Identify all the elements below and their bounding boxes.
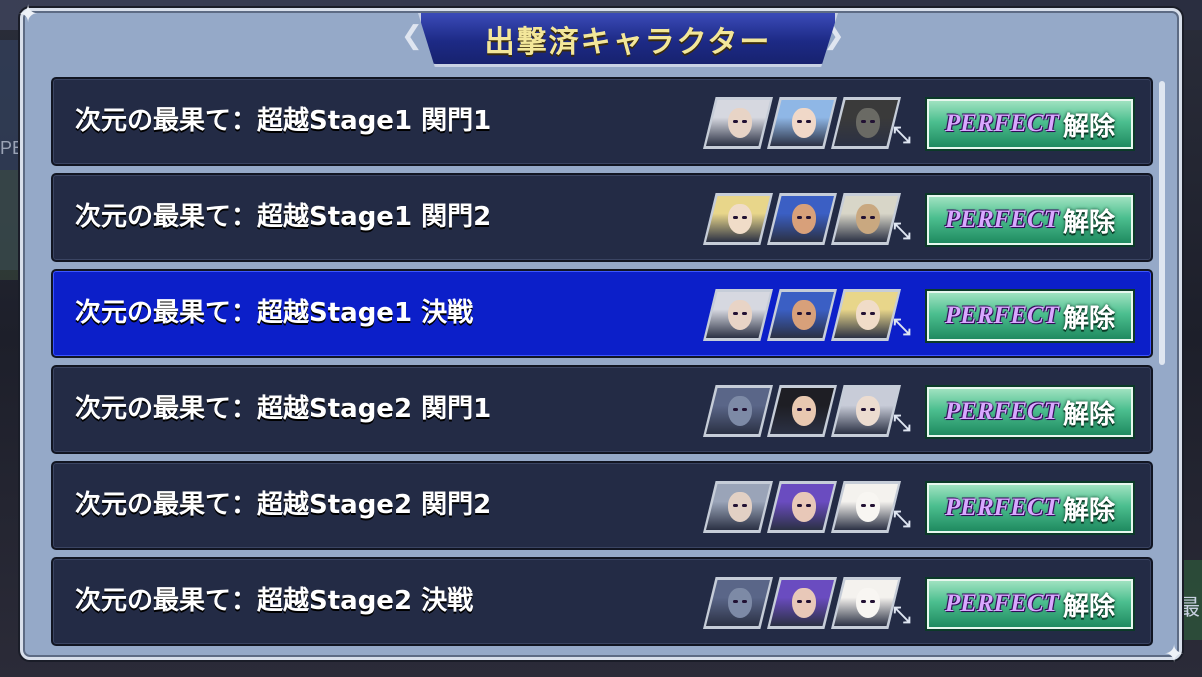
character-portrait-icon	[767, 289, 837, 341]
character-portrait-icon	[703, 385, 773, 437]
corner-ornament-icon: ✦	[1163, 640, 1185, 668]
quest-row-label: 次元の最果て：超越Stage2 関門2	[75, 490, 492, 520]
perfect-label: Perfect	[945, 206, 1059, 233]
perfect-unlock-button[interactable]: Perfect 解除	[927, 99, 1133, 149]
quest-row[interactable]: 次元の最果て：超越Stage1 決戦 ⤡ Perfect 解除	[51, 269, 1153, 358]
quest-row[interactable]: 次元の最果て：超越Stage2 関門2 ⤡ Perfect 解除	[51, 461, 1153, 550]
deployed-mark-icon: ⤡	[893, 123, 911, 148]
scrollbar[interactable]	[1159, 81, 1165, 365]
corner-ornament-icon: ✦	[17, 0, 39, 28]
deployed-characters-dialog: ✦ ✦ ❮ ❯ 出撃済キャラクター 次元の最果て：超越Stage1 関門1 ⤡ Pe…	[18, 1, 1184, 667]
deployed-mark-icon: ⤡	[893, 315, 911, 340]
character-portrait-icon	[767, 385, 837, 437]
character-portrait-icon	[831, 577, 901, 629]
character-portrait-icon	[831, 97, 901, 149]
unlock-label: 解除	[1062, 399, 1115, 430]
unlock-label: 解除	[1062, 495, 1115, 526]
deployed-mark-icon: ⤡	[893, 411, 911, 436]
quest-row[interactable]: 次元の最果て：超越Stage2 決戦 ⤡ Perfect 解除	[51, 557, 1153, 646]
deployed-quest-list[interactable]: 次元の最果て：超越Stage1 関門1 ⤡ Perfect 解除 次元の最果て：超越St…	[51, 77, 1153, 651]
party-portraits: ⤡	[703, 289, 913, 341]
character-portrait-icon	[831, 193, 901, 245]
character-portrait-icon	[703, 97, 773, 149]
perfect-unlock-button[interactable]: Perfect 解除	[927, 195, 1133, 245]
perfect-label: Perfect	[945, 110, 1059, 137]
party-portraits: ⤡	[703, 577, 913, 629]
perfect-label: Perfect	[945, 590, 1059, 617]
quest-row-label: 次元の最果て：超越Stage1 関門1	[75, 106, 492, 136]
perfect-label: Perfect	[945, 494, 1059, 521]
party-portraits: ⤡	[703, 481, 913, 533]
character-portrait-icon	[703, 577, 773, 629]
title-banner: 出撃済キャラクター	[418, 13, 838, 67]
quest-row-label: 次元の最果て：超越Stage2 関門1	[75, 394, 492, 424]
character-portrait-icon	[831, 289, 901, 341]
party-portraits: ⤡	[703, 97, 913, 149]
deployed-mark-icon: ⤡	[893, 603, 911, 628]
character-portrait-icon	[831, 385, 901, 437]
deployed-mark-icon: ⤡	[893, 219, 911, 244]
character-portrait-icon	[767, 481, 837, 533]
quest-row[interactable]: 次元の最果て：超越Stage2 関門1 ⤡ Perfect 解除	[51, 365, 1153, 454]
background-left-panel-lower	[0, 170, 22, 280]
quest-row[interactable]: 次元の最果て：超越Stage1 関門1 ⤡ Perfect 解除	[51, 77, 1153, 166]
unlock-label: 解除	[1062, 207, 1115, 238]
perfect-unlock-button[interactable]: Perfect 解除	[927, 387, 1133, 437]
quest-row-label: 次元の最果て：超越Stage1 関門2	[75, 202, 492, 232]
party-portraits: ⤡	[703, 385, 913, 437]
perfect-label: Perfect	[945, 302, 1059, 329]
perfect-label: Perfect	[945, 398, 1059, 425]
quest-row-label: 次元の最果て：超越Stage1 決戦	[75, 298, 474, 328]
dialog-title: 出撃済キャラクター	[484, 24, 772, 60]
character-portrait-icon	[767, 577, 837, 629]
character-portrait-icon	[767, 193, 837, 245]
character-portrait-icon	[703, 289, 773, 341]
quest-row[interactable]: 次元の最果て：超越Stage1 関門2 ⤡ Perfect 解除	[51, 173, 1153, 262]
perfect-unlock-button[interactable]: Perfect 解除	[927, 291, 1133, 341]
quest-row-label: 次元の最果て：超越Stage2 決戦	[75, 586, 474, 616]
deployed-mark-icon: ⤡	[893, 507, 911, 532]
character-portrait-icon	[703, 193, 773, 245]
character-portrait-icon	[703, 481, 773, 533]
perfect-unlock-button[interactable]: Perfect 解除	[927, 483, 1133, 533]
perfect-unlock-button[interactable]: Perfect 解除	[927, 579, 1133, 629]
unlock-label: 解除	[1062, 111, 1115, 142]
unlock-label: 解除	[1062, 591, 1115, 622]
unlock-label: 解除	[1062, 303, 1115, 334]
party-portraits: ⤡	[703, 193, 913, 245]
character-portrait-icon	[767, 97, 837, 149]
character-portrait-icon	[831, 481, 901, 533]
